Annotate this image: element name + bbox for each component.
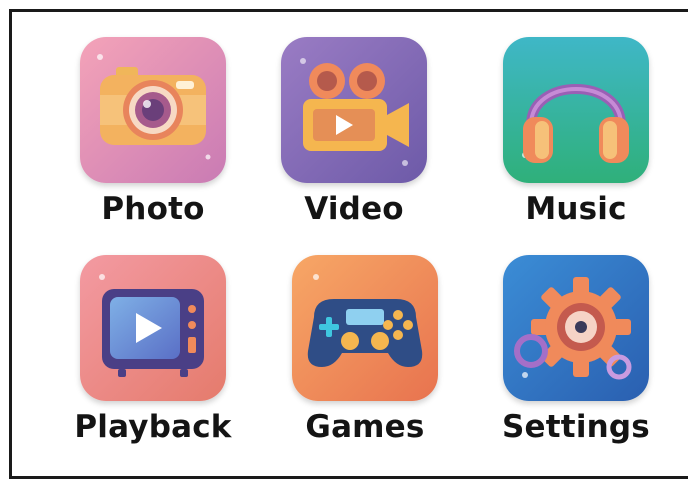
app-tile-games[interactable]: Games: [280, 255, 450, 445]
app-grid-frame: Photo Video Music Playback Games Setting…: [9, 9, 688, 479]
gamepad-icon[interactable]: [292, 255, 438, 401]
app-label-video: Video: [304, 191, 404, 227]
app-label-music: Music: [525, 191, 627, 227]
app-tile-video[interactable]: Video: [269, 37, 439, 227]
app-label-settings: Settings: [502, 409, 650, 445]
app-tile-music[interactable]: Music: [491, 37, 661, 227]
app-tile-playback[interactable]: Playback: [68, 255, 238, 445]
video-camera-icon[interactable]: [281, 37, 427, 183]
app-label-playback: Playback: [74, 409, 232, 445]
app-label-photo: Photo: [101, 191, 205, 227]
app-label-games: Games: [305, 409, 425, 445]
headphones-icon[interactable]: [503, 37, 649, 183]
gear-icon[interactable]: [503, 255, 649, 401]
app-tile-settings[interactable]: Settings: [491, 255, 661, 445]
app-tile-photo[interactable]: Photo: [68, 37, 238, 227]
camera-icon[interactable]: [80, 37, 226, 183]
tv-play-icon[interactable]: [80, 255, 226, 401]
